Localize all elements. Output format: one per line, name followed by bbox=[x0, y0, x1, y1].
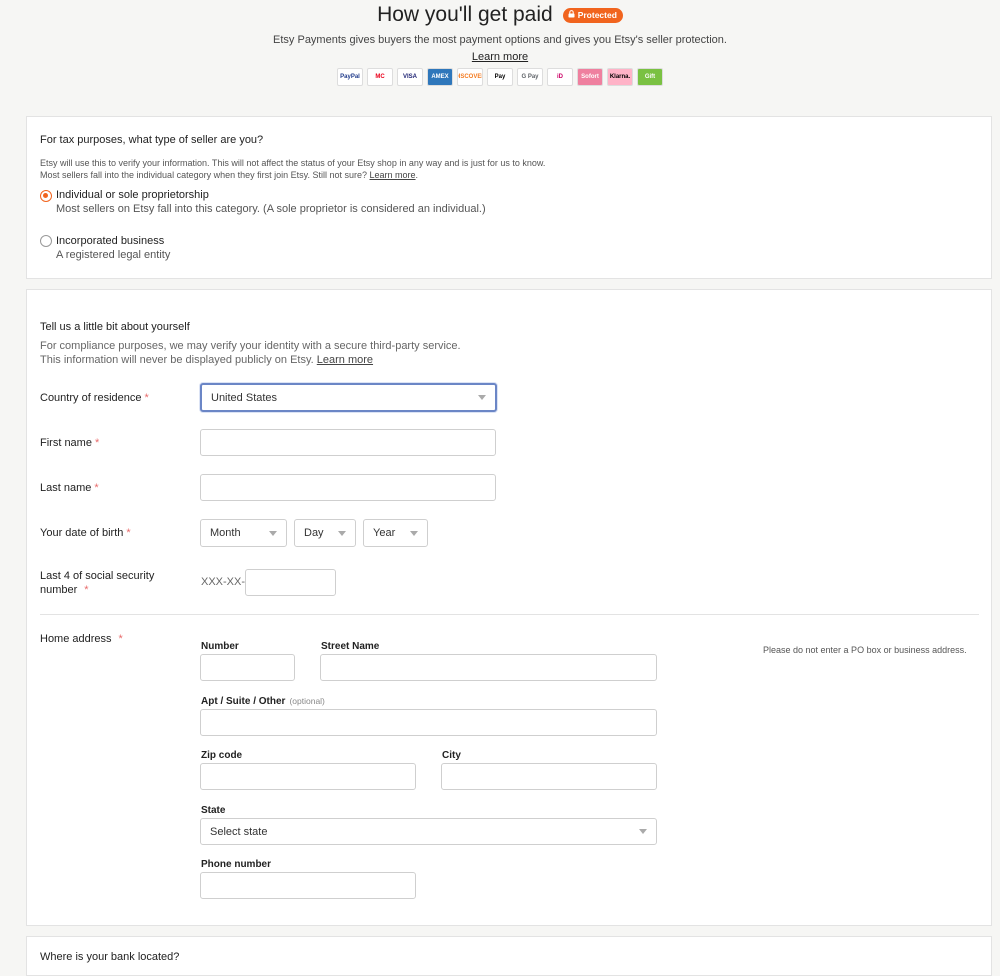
dob-label: Your date of birth * bbox=[40, 526, 131, 540]
about-title: Tell us a little bit about yourself bbox=[40, 321, 190, 333]
payment-method-icon: iD bbox=[547, 68, 573, 86]
ssn-prefix: XXX-XX- bbox=[201, 576, 246, 588]
first-name-label: First name * bbox=[40, 436, 99, 450]
city-label: City bbox=[442, 750, 461, 761]
seller-type-card: For tax purposes, what type of seller ar… bbox=[26, 116, 992, 279]
apt-input[interactable] bbox=[200, 709, 657, 736]
radio-individual[interactable] bbox=[40, 190, 52, 202]
seller-type-info-1: Etsy will use this to verify your inform… bbox=[40, 158, 546, 168]
required-mark: * bbox=[94, 482, 99, 494]
seller-type-info-2: Most sellers fall into the individual ca… bbox=[40, 169, 418, 181]
country-select-value: United States bbox=[211, 391, 278, 404]
apt-label: Apt / Suite / Other (optional) bbox=[201, 696, 325, 707]
required-mark: * bbox=[94, 437, 100, 449]
street-number-input[interactable] bbox=[200, 654, 295, 681]
option-individual-desc: Most sellers on Etsy fall into this cate… bbox=[56, 203, 486, 215]
bank-location-card: Where is your bank located? bbox=[26, 936, 992, 976]
street-name-label: Street Name bbox=[321, 641, 380, 652]
section-divider bbox=[40, 614, 979, 615]
payment-method-icon: VISA bbox=[397, 68, 423, 86]
bank-question: Where is your bank located? bbox=[40, 951, 180, 963]
chevron-down-icon bbox=[639, 829, 647, 834]
country-label: Country of residence * bbox=[40, 391, 149, 405]
number-label: Number bbox=[201, 641, 239, 652]
last-name-label: Last name * bbox=[40, 481, 99, 495]
ssn-input[interactable] bbox=[245, 569, 336, 596]
last-name-label-text: Last name bbox=[40, 482, 92, 494]
zip-label: Zip code bbox=[201, 750, 243, 761]
apt-label-text: Apt / Suite / Other bbox=[201, 696, 286, 707]
title-row: How you'll get paid Protected bbox=[0, 4, 1000, 26]
payment-method-icon: Pay bbox=[487, 68, 513, 86]
about-line-2-text: This information will never be displayed… bbox=[40, 354, 314, 366]
ssn-label: Last 4 of social security number * bbox=[40, 569, 154, 597]
payment-method-icon: DISCOVER bbox=[457, 68, 483, 86]
required-mark: * bbox=[126, 527, 131, 539]
street-name-input[interactable] bbox=[320, 654, 657, 681]
phone-label: Phone number bbox=[201, 859, 272, 870]
dob-year-value: Year bbox=[373, 527, 396, 539]
country-select[interactable]: United States bbox=[200, 383, 497, 412]
first-name-label-text: First name bbox=[40, 437, 92, 449]
protected-badge-label: Protected bbox=[577, 9, 617, 20]
phone-input[interactable] bbox=[200, 872, 416, 899]
learn-more-link[interactable]: Learn more bbox=[472, 51, 528, 63]
chevron-down-icon bbox=[338, 530, 346, 536]
seller-type-info-text: Most sellers fall into the individual ca… bbox=[40, 170, 367, 180]
home-address-label: Home address * bbox=[40, 632, 123, 646]
header-subtitle: Etsy Payments gives buyers the most paym… bbox=[273, 34, 727, 46]
state-label: State bbox=[201, 805, 226, 816]
last-name-input[interactable] bbox=[200, 474, 496, 501]
address-hint: Please do not enter a PO box or business… bbox=[763, 645, 967, 655]
required-mark: * bbox=[84, 584, 89, 596]
option-incorporated-desc: A registered legal entity bbox=[56, 249, 171, 261]
home-address-label-text: Home address bbox=[40, 633, 112, 645]
dob-day-select[interactable]: Day bbox=[294, 519, 356, 547]
about-yourself-card: Tell us a little bit about yourself For … bbox=[26, 289, 992, 926]
about-learn-more-link[interactable]: Learn more bbox=[317, 354, 373, 366]
payment-method-icon: MC bbox=[367, 68, 393, 86]
about-line-1: For compliance purposes, we may verify y… bbox=[40, 340, 461, 352]
chevron-down-icon bbox=[269, 530, 277, 536]
state-select-value: Select state bbox=[210, 825, 268, 838]
required-mark: * bbox=[144, 392, 149, 404]
page-title: How you'll get paid bbox=[377, 3, 553, 26]
dob-day-value: Day bbox=[304, 527, 324, 539]
required-mark: * bbox=[118, 633, 123, 645]
ssn-label-line-2: number bbox=[40, 584, 78, 596]
zip-input[interactable] bbox=[200, 763, 416, 790]
payment-methods: PayPalMCVISAAMEXDISCOVERPayG PayiDSofort… bbox=[0, 68, 1000, 86]
optional-tag: (optional) bbox=[289, 696, 325, 706]
city-input[interactable] bbox=[441, 763, 657, 790]
page-header: How you'll get paid Protected Etsy Payme… bbox=[0, 0, 1000, 86]
dob-month-value: Month bbox=[210, 527, 241, 539]
lock-icon bbox=[568, 9, 575, 21]
state-select[interactable]: Select state bbox=[200, 818, 657, 845]
dob-year-select[interactable]: Year bbox=[363, 519, 428, 547]
payment-method-icon: G Pay bbox=[517, 68, 543, 86]
protected-badge: Protected bbox=[562, 7, 623, 23]
chevron-down-icon bbox=[410, 530, 418, 536]
ssn-label-line-1: Last 4 of social security bbox=[40, 570, 155, 582]
about-line-2: This information will never be displayed… bbox=[40, 353, 373, 367]
payment-method-icon: AMEX bbox=[427, 68, 453, 86]
payment-method-icon: Klarna. bbox=[607, 68, 633, 86]
payment-method-icon: Gift bbox=[637, 68, 663, 86]
dob-label-text: Your date of birth bbox=[40, 527, 124, 539]
radio-incorporated[interactable] bbox=[40, 235, 52, 247]
seller-type-question: For tax purposes, what type of seller ar… bbox=[40, 134, 264, 146]
country-label-text: Country of residence bbox=[40, 392, 142, 404]
chevron-down-icon bbox=[478, 395, 486, 400]
payment-method-icon: Sofort bbox=[577, 68, 603, 86]
first-name-input[interactable] bbox=[200, 429, 496, 456]
payment-method-icon: PayPal bbox=[337, 68, 363, 86]
dob-month-select[interactable]: Month bbox=[200, 519, 287, 547]
seller-type-info-end: . bbox=[415, 170, 419, 180]
option-individual-label[interactable]: Individual or sole proprietorship bbox=[56, 189, 209, 201]
option-incorporated-label[interactable]: Incorporated business bbox=[56, 235, 164, 247]
seller-type-learn-more-link[interactable]: Learn more bbox=[370, 170, 416, 180]
